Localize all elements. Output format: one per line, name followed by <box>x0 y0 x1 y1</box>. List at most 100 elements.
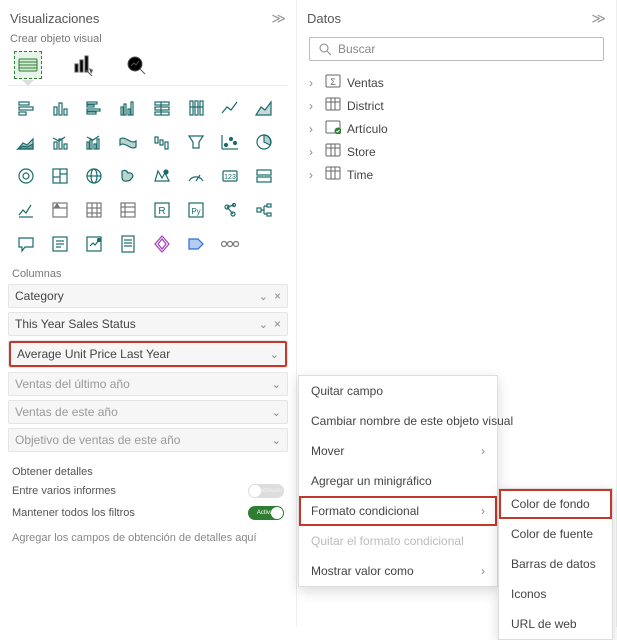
svg-text:R: R <box>158 206 165 217</box>
viz-get-more-icon[interactable] <box>216 230 244 258</box>
expand-icon[interactable] <box>309 122 319 136</box>
viz-decomposition-icon[interactable] <box>250 196 278 224</box>
table-node[interactable]: District <box>309 94 604 117</box>
viz-funnel-icon[interactable] <box>182 128 210 156</box>
cross-report-toggle[interactable]: desactivado <box>248 484 284 498</box>
field-label: Ventas del último año <box>15 377 130 391</box>
collapse-icon[interactable]: ≫ <box>591 10 606 27</box>
expand-icon[interactable] <box>309 99 319 113</box>
chevron-down-icon[interactable]: ⌄ <box>259 318 268 331</box>
menu-item[interactable]: Color de fuente <box>499 519 612 549</box>
visual-gallery: 123 R Py <box>8 85 288 258</box>
viz-waterfall-icon[interactable] <box>148 128 176 156</box>
menu-item[interactable]: Iconos <box>499 579 612 609</box>
field-row[interactable]: Average Unit Price Last Year ⌄ <box>9 341 287 367</box>
chevron-down-icon[interactable]: ⌄ <box>259 290 268 303</box>
expand-icon[interactable] <box>309 145 319 159</box>
menu-item-label: Barras de datos <box>511 557 596 571</box>
drillthrough-drop-hint[interactable]: Agregar los campos de obtención de detal… <box>8 524 288 552</box>
field-row[interactable]: This Year Sales Status ⌄ × <box>9 313 287 335</box>
menu-item[interactable]: Mover› <box>299 436 497 466</box>
chevron-down-icon[interactable]: ⌄ <box>272 434 281 447</box>
menu-item[interactable]: Mostrar valor como› <box>299 556 497 586</box>
expand-icon[interactable] <box>309 168 319 182</box>
viz-filled-map-icon[interactable] <box>114 162 142 190</box>
viz-100-bar-icon[interactable] <box>148 94 176 122</box>
conditional-format-submenu: Color de fondoColor de fuente Barras de d… <box>498 488 613 640</box>
viz-paginated-icon[interactable] <box>114 230 142 258</box>
viz-slicer-icon[interactable] <box>46 196 74 224</box>
viz-area-icon[interactable] <box>250 94 278 122</box>
viz-card-icon[interactable]: 123 <box>216 162 244 190</box>
chevron-down-icon[interactable]: ⌄ <box>272 378 281 391</box>
field-row[interactable]: Category ⌄ × <box>9 285 287 307</box>
viz-stacked-bar-icon[interactable] <box>12 94 40 122</box>
menu-item-label: Formato condicional <box>311 504 419 518</box>
viz-matrix-icon[interactable] <box>114 196 142 224</box>
viz-multi-card-icon[interactable] <box>250 162 278 190</box>
table-node[interactable]: Artículo <box>309 117 604 140</box>
remove-icon[interactable]: × <box>274 317 281 331</box>
table-node[interactable]: Store <box>309 140 604 163</box>
field-row[interactable]: Ventas del último año ⌄ <box>9 373 287 395</box>
field-label: This Year Sales Status <box>15 317 136 331</box>
table-icon <box>325 166 341 183</box>
viz-100-column-icon[interactable] <box>182 94 210 122</box>
viz-pie-icon[interactable] <box>250 128 278 156</box>
expand-icon[interactable] <box>309 76 319 90</box>
viz-scatter-icon[interactable] <box>216 128 244 156</box>
chevron-right-icon: › <box>481 504 485 518</box>
viz-py-icon[interactable]: Py <box>182 196 210 224</box>
viz-qna-icon[interactable] <box>12 230 40 258</box>
menu-item-label: Quitar campo <box>311 384 383 398</box>
field-label: Average Unit Price Last Year <box>17 347 170 361</box>
menu-item-label: Agregar un minigráfico <box>311 474 432 488</box>
viz-map-icon[interactable] <box>80 162 108 190</box>
chevron-down-icon[interactable]: ⌄ <box>272 406 281 419</box>
format-visual-icon[interactable] <box>68 51 96 79</box>
viz-donut-icon[interactable] <box>12 162 40 190</box>
viz-r-icon[interactable]: R <box>148 196 176 224</box>
menu-item[interactable]: Agregar un minigráfico <box>299 466 497 496</box>
viz-stacked-column-icon[interactable] <box>46 94 74 122</box>
table-label: Time <box>347 168 373 182</box>
viz-automate-icon[interactable] <box>182 230 210 258</box>
table-node[interactable]: Time <box>309 163 604 186</box>
viz-powerapps-icon[interactable] <box>148 230 176 258</box>
menu-item[interactable]: Cambiar nombre de este objeto visual <box>299 406 497 436</box>
build-visual-icon[interactable] <box>14 51 42 79</box>
menu-item[interactable]: URL de web <box>499 609 612 639</box>
chevron-down-icon[interactable]: ⌄ <box>270 348 279 361</box>
menu-item[interactable]: Formato condicional › <box>299 496 497 526</box>
search-input[interactable]: Buscar <box>309 37 604 61</box>
viz-kpi-icon[interactable] <box>12 196 40 224</box>
viz-goals-icon[interactable] <box>80 230 108 258</box>
cross-report-label: Entre varios informes <box>12 485 116 497</box>
analytics-icon[interactable] <box>122 51 150 79</box>
remove-icon[interactable]: × <box>274 289 281 303</box>
field-row[interactable]: Objetivo de ventas de este año ⌄ <box>9 429 287 451</box>
viz-stacked-area-icon[interactable] <box>12 128 40 156</box>
viz-narrative-icon[interactable] <box>46 230 74 258</box>
viz-line-stacked-icon[interactable] <box>46 128 74 156</box>
viz-table-icon[interactable] <box>80 196 108 224</box>
field-row[interactable]: Ventas de este año ⌄ <box>9 401 287 423</box>
viz-ribbon-icon[interactable] <box>114 128 142 156</box>
menu-item[interactable]: Color de fondo <box>499 489 612 519</box>
viz-clustered-bar-icon[interactable] <box>80 94 108 122</box>
menu-item[interactable]: Quitar campo <box>299 376 497 406</box>
collapse-icon[interactable]: ≫ <box>271 10 286 27</box>
viz-azure-map-icon[interactable] <box>148 162 176 190</box>
viz-treemap-icon[interactable] <box>46 162 74 190</box>
viz-gauge-icon[interactable] <box>182 162 210 190</box>
viz-line-clustered-icon[interactable] <box>80 128 108 156</box>
viz-clustered-column-icon[interactable] <box>114 94 142 122</box>
viz-line-icon[interactable] <box>216 94 244 122</box>
viz-subhead: Crear objeto visual <box>8 33 288 51</box>
menu-item[interactable]: Barras de datos <box>499 549 612 579</box>
viz-key-influencers-icon[interactable] <box>216 196 244 224</box>
keep-filters-toggle[interactable]: Activar <box>248 506 284 520</box>
chevron-right-icon: › <box>481 444 485 458</box>
table-node[interactable]: Σ Ventas <box>309 71 604 94</box>
field-context-menu: Quitar campo Cambiar nombre de este objet… <box>298 375 498 587</box>
